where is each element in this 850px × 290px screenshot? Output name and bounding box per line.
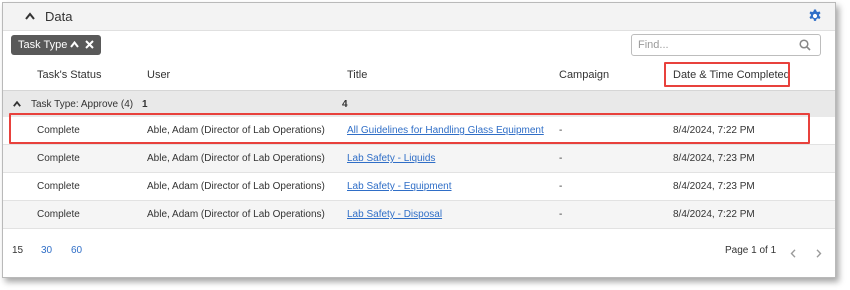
data-panel: Data Task Type Task's Status User Title … <box>2 2 836 278</box>
filter-chip-task-type[interactable]: Task Type <box>11 35 101 55</box>
cell-campaign: - <box>559 209 563 220</box>
page-size-60[interactable]: 60 <box>71 245 82 256</box>
page-size-30[interactable]: 30 <box>41 245 52 256</box>
filter-chip-label: Task Type <box>18 39 68 51</box>
cell-completed: 8/4/2024, 7:22 PM <box>673 209 755 220</box>
close-icon[interactable] <box>85 40 94 49</box>
cell-campaign: - <box>559 153 563 164</box>
gear-icon[interactable] <box>808 9 822 23</box>
search-input[interactable] <box>638 37 788 53</box>
group-label: Task Type: Approve (4) <box>31 99 134 110</box>
cell-completed: 8/4/2024, 7:23 PM <box>673 181 755 192</box>
highlight-box-first-row <box>9 113 810 144</box>
cell-status: Complete <box>37 153 80 164</box>
task-title-link[interactable]: Lab Safety - Liquids <box>347 153 435 164</box>
group-title-count: 4 <box>342 99 348 110</box>
search-box[interactable] <box>631 34 821 56</box>
task-title-link[interactable]: Lab Safety - Equipment <box>347 181 452 192</box>
group-user-count: 1 <box>142 99 148 110</box>
column-header-user[interactable]: User <box>147 60 170 90</box>
task-title-link[interactable]: Lab Safety - Disposal <box>347 209 442 220</box>
panel-title: Data <box>45 9 73 24</box>
page-info: Page 1 of 1 <box>725 245 777 256</box>
chevron-left-icon[interactable] <box>790 249 796 258</box>
cell-user: Able, Adam (Director of Lab Operations) <box>147 209 325 220</box>
search-icon[interactable] <box>799 39 811 51</box>
chevron-right-icon[interactable] <box>816 249 822 258</box>
column-header-title[interactable]: Title <box>347 60 367 90</box>
cell-status: Complete <box>37 181 80 192</box>
table-row[interactable]: Complete Able, Adam (Director of Lab Ope… <box>3 201 835 229</box>
cell-status: Complete <box>37 209 80 220</box>
column-header-campaign[interactable]: Campaign <box>559 60 609 90</box>
cell-campaign: - <box>559 181 563 192</box>
column-header-status[interactable]: Task's Status <box>37 60 101 90</box>
cell-completed: 8/4/2024, 7:23 PM <box>673 153 755 164</box>
chevron-up-icon[interactable] <box>13 101 21 107</box>
chevron-up-icon[interactable] <box>25 12 35 20</box>
highlight-box-date-column <box>664 62 790 87</box>
chevron-up-icon[interactable] <box>70 41 79 48</box>
table-row[interactable]: Complete Able, Adam (Director of Lab Ope… <box>3 145 835 173</box>
panel-header: Data <box>3 3 835 31</box>
cell-user: Able, Adam (Director of Lab Operations) <box>147 181 325 192</box>
page-size-15[interactable]: 15 <box>12 245 23 256</box>
table-row[interactable]: Complete Able, Adam (Director of Lab Ope… <box>3 173 835 201</box>
cell-user: Able, Adam (Director of Lab Operations) <box>147 153 325 164</box>
